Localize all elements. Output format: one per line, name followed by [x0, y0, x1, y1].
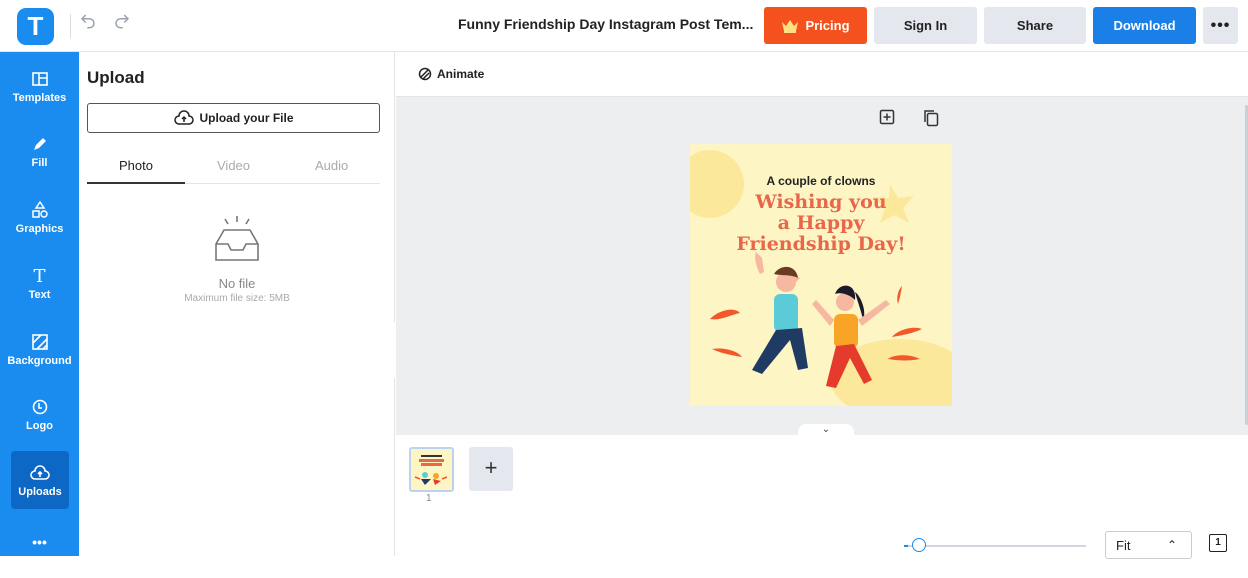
- add-page-button[interactable]: +: [469, 447, 513, 491]
- sidebar-item-label: Text: [28, 289, 51, 301]
- animate-icon: [418, 67, 432, 81]
- tab-video[interactable]: Video: [217, 158, 250, 173]
- sidebar-item-fill[interactable]: Fill: [0, 122, 79, 180]
- sidebar-item-label: More: [26, 555, 53, 567]
- document-title[interactable]: Funny Friendship Day Instagram Post Tem.…: [458, 16, 753, 32]
- page-number: 1: [426, 493, 432, 504]
- canvas-area: A couple of clowns Wishing you a Happy F…: [396, 97, 1248, 436]
- upload-cloud-icon: [30, 462, 50, 484]
- zoom-slider[interactable]: [908, 545, 1086, 547]
- upload-button-label: Upload your File: [199, 111, 294, 125]
- sidebar-item-uploads[interactable]: Uploads: [11, 451, 69, 509]
- poster-headline-line: Wishing you: [755, 191, 887, 213]
- sidebar-item-label: Background: [7, 355, 72, 367]
- sidebar-item-background[interactable]: Background: [0, 320, 79, 378]
- page-count-button[interactable]: 1: [1209, 534, 1227, 552]
- sidebar-item-label: Templates: [12, 92, 67, 104]
- redo-icon[interactable]: [110, 12, 134, 36]
- app-logo[interactable]: T: [17, 8, 54, 45]
- sidebar-item-graphics[interactable]: Graphics: [0, 188, 79, 246]
- download-button[interactable]: Download: [1093, 7, 1196, 44]
- upload-cloud-icon: [174, 110, 195, 125]
- pencil-icon: [32, 133, 48, 155]
- animate-toolbar: Animate: [396, 52, 1248, 97]
- sidebar-item-logo[interactable]: Logo: [0, 385, 79, 443]
- background-icon: [31, 331, 48, 353]
- more-icon: •••: [32, 534, 47, 550]
- more-options-button[interactable]: •••: [1203, 7, 1238, 44]
- page-thumbnail[interactable]: [409, 447, 454, 492]
- tab-audio[interactable]: Audio: [315, 158, 348, 173]
- zoom-select-value: Fit: [1116, 538, 1131, 553]
- poster-headline-line: a Happy: [777, 212, 865, 234]
- pricing-label: Pricing: [805, 18, 850, 33]
- zoom-select[interactable]: Fit ⌃: [1105, 531, 1192, 559]
- poster-headline-line: Friendship Day!: [736, 233, 906, 255]
- text-icon: T: [33, 265, 46, 287]
- empty-state-subtitle: Maximum file size: 5MB: [184, 293, 290, 304]
- design-canvas[interactable]: A couple of clowns Wishing you a Happy F…: [690, 144, 952, 406]
- left-sidebar: Templates Fill Graphics T Text Backgroun…: [0, 52, 79, 567]
- chevron-down-icon: ⌄: [821, 424, 831, 435]
- media-tabs: Photo Video Audio: [87, 148, 380, 184]
- share-button[interactable]: Share: [984, 7, 1086, 44]
- undo-icon[interactable]: [76, 12, 100, 36]
- poster-subtitle[interactable]: A couple of clowns: [690, 174, 952, 188]
- shapes-icon: [31, 199, 48, 221]
- poster-headline[interactable]: Wishing you a Happy Friendship Day!: [690, 192, 952, 255]
- panel-title: Upload: [87, 68, 145, 87]
- top-bar: T Funny Friendship Day Instagram Post Te…: [0, 0, 1248, 52]
- chevron-up-icon: ⌃: [1166, 538, 1177, 552]
- page-thumbnail-preview: [411, 449, 452, 490]
- templates-icon: [31, 68, 48, 90]
- add-page-icon[interactable]: [879, 109, 897, 127]
- sidebar-item-more[interactable]: ••• More: [0, 520, 79, 578]
- animate-label: Animate: [437, 67, 485, 81]
- animate-button[interactable]: Animate: [418, 67, 484, 81]
- empty-inbox-icon: [210, 214, 264, 271]
- pricing-button[interactable]: Pricing: [764, 7, 867, 44]
- empty-state-title: No file: [218, 276, 256, 291]
- crown-icon: [782, 19, 799, 33]
- upload-panel: Upload Upload your File Photo Video Audi…: [79, 52, 395, 556]
- upload-file-button[interactable]: Upload your File: [87, 103, 380, 133]
- pages-strip: 1 + Fit ⌃ 1: [396, 435, 1248, 559]
- active-tab-indicator: [87, 182, 185, 184]
- zoom-slider-handle[interactable]: [912, 538, 926, 552]
- sidebar-item-label: Graphics: [15, 223, 64, 235]
- sidebar-item-templates[interactable]: Templates: [0, 57, 79, 115]
- sidebar-item-label: Fill: [31, 157, 48, 169]
- sign-in-button[interactable]: Sign In: [874, 7, 977, 44]
- tab-photo[interactable]: Photo: [119, 158, 153, 173]
- sidebar-item-text[interactable]: T Text: [0, 254, 79, 312]
- sidebar-item-label: Logo: [26, 420, 53, 432]
- sidebar-item-label: Uploads: [18, 486, 62, 498]
- divider: [70, 14, 71, 38]
- logo-icon: [32, 396, 48, 418]
- duplicate-page-icon[interactable]: [923, 109, 941, 127]
